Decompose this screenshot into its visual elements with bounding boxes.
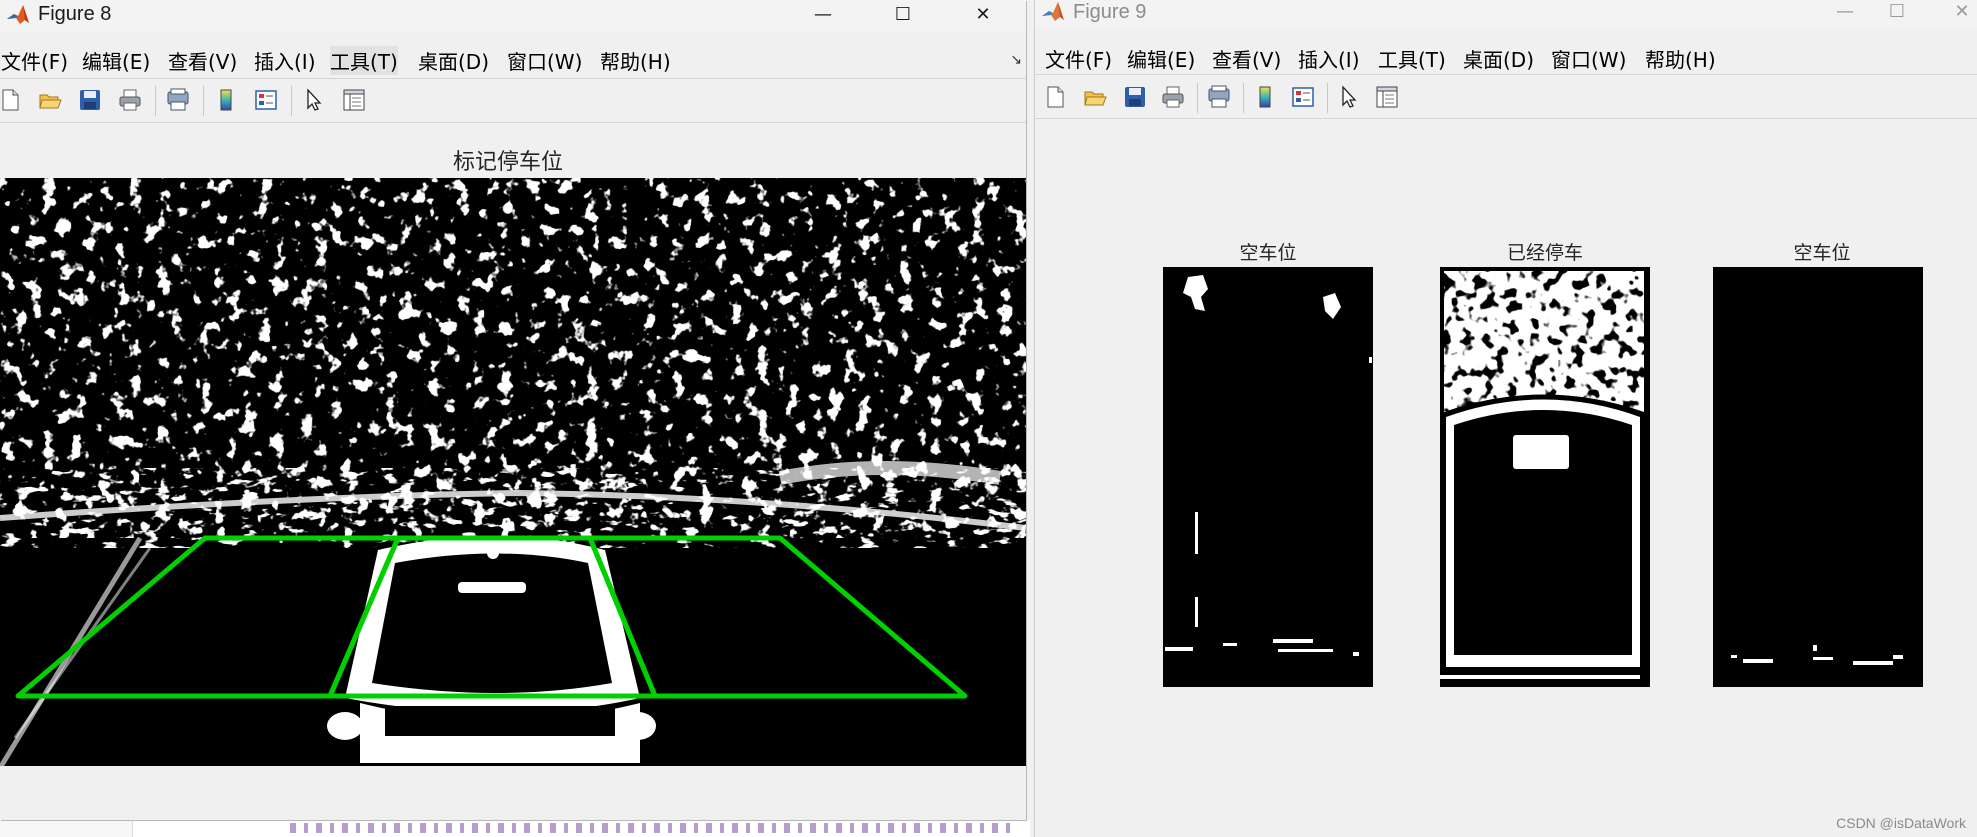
save-icon[interactable] xyxy=(74,84,106,116)
menubar-divider xyxy=(1035,74,1977,75)
window-title: Figure 9 xyxy=(1073,1,1147,23)
toolbar-separator xyxy=(155,86,156,116)
dock-arrow-icon[interactable]: ↘ xyxy=(1010,52,1022,68)
menu-help[interactable]: 帮助(H) xyxy=(1645,44,1716,73)
figure-8-titlebar[interactable]: Figure 8 — ☐ ✕ xyxy=(0,0,1026,32)
property-inspector-icon[interactable] xyxy=(1371,81,1403,113)
menu-view[interactable]: 查看(V) xyxy=(168,46,237,75)
subplot-3-title: 空车位 xyxy=(1793,242,1851,264)
close-button[interactable]: ✕ xyxy=(1934,0,1977,26)
minimize-button[interactable]: — xyxy=(795,0,851,30)
toolbar-separator xyxy=(1243,83,1244,113)
menu-desktop[interactable]: 桌面(D) xyxy=(418,46,489,75)
print-icon[interactable] xyxy=(1157,81,1189,113)
menu-help[interactable]: 帮助(H) xyxy=(600,46,671,75)
figure-8-toolbar xyxy=(0,80,1026,120)
menu-tools[interactable]: 工具(T) xyxy=(1378,44,1446,73)
menu-file[interactable]: 文件(F) xyxy=(1,46,68,75)
figure-9-titlebar[interactable]: Figure 9 — ☐ ✕ xyxy=(1035,0,1977,28)
menu-insert[interactable]: 插入(I) xyxy=(1298,44,1360,73)
close-button[interactable]: ✕ xyxy=(955,0,1011,30)
menu-insert[interactable]: 插入(I) xyxy=(254,46,316,75)
menu-file[interactable]: 文件(F) xyxy=(1045,44,1112,73)
toolbar-separator xyxy=(1327,83,1328,113)
editor-code-line xyxy=(290,823,1010,833)
toolbar-separator xyxy=(1197,83,1198,113)
menu-edit[interactable]: 编辑(E) xyxy=(82,46,150,75)
menu-view[interactable]: 查看(V) xyxy=(1212,44,1281,73)
legend-icon[interactable] xyxy=(250,84,282,116)
menu-edit[interactable]: 编辑(E) xyxy=(1127,44,1195,73)
open-folder-icon[interactable] xyxy=(34,84,66,116)
figure-9-window: Figure 9 — ☐ ✕ 文件(F) 编辑(E) 查看(V) 插入(I) 工… xyxy=(1034,0,1977,837)
figure-8-menubar: 文件(F) 编辑(E) 查看(V) 插入(I) 工具(T) 桌面(D) 窗口(W… xyxy=(0,44,1026,75)
matlab-logo-icon xyxy=(1042,2,1064,21)
menu-tools[interactable]: 工具(T) xyxy=(330,46,398,75)
pointer-icon[interactable] xyxy=(1333,81,1365,113)
menubar-divider xyxy=(0,78,1026,79)
csdn-watermark: CSDN @isDataWork xyxy=(1836,815,1966,831)
binary-parking-image xyxy=(0,178,1026,766)
subplot-1-title: 空车位 xyxy=(1239,242,1297,264)
print-preview-icon[interactable] xyxy=(1203,81,1235,113)
save-icon[interactable] xyxy=(1119,81,1151,113)
parked-car xyxy=(327,536,656,763)
toolbar-separator xyxy=(203,86,204,116)
new-figure-icon[interactable] xyxy=(0,84,26,116)
figure-8-window: Figure 8 — ☐ ✕ 文件(F) 编辑(E) 查看(V) 插入(I) 工… xyxy=(0,0,1026,820)
subplot-2-image-occupied xyxy=(1440,267,1650,687)
colorbar-icon[interactable] xyxy=(210,84,242,116)
subplot-2-title: 已经停车 xyxy=(1506,242,1584,264)
colorbar-icon[interactable] xyxy=(1249,81,1281,113)
toolbar-divider xyxy=(1035,118,1977,119)
figure-9-menubar: 文件(F) 编辑(E) 查看(V) 插入(I) 工具(T) 桌面(D) 窗口(W… xyxy=(1035,42,1977,72)
menu-window[interactable]: 窗口(W) xyxy=(507,46,582,75)
maximize-button[interactable]: ☐ xyxy=(1869,0,1925,26)
toolbar-separator xyxy=(291,86,292,116)
axes-title: 标记停车位 xyxy=(452,150,564,175)
legend-icon[interactable] xyxy=(1287,81,1319,113)
new-figure-icon[interactable] xyxy=(1039,81,1071,113)
minimize-button[interactable]: — xyxy=(1817,0,1873,26)
maximize-button[interactable]: ☐ xyxy=(875,0,931,30)
subplot-1-image-empty xyxy=(1163,267,1373,687)
property-inspector-icon[interactable] xyxy=(338,84,370,116)
parking-spot-3-outline xyxy=(587,535,968,699)
menu-window[interactable]: 窗口(W) xyxy=(1551,44,1626,73)
open-folder-icon[interactable] xyxy=(1079,81,1111,113)
pointer-icon[interactable] xyxy=(298,84,330,116)
editor-gutter xyxy=(0,820,133,837)
print-preview-icon[interactable] xyxy=(162,84,194,116)
menu-desktop[interactable]: 桌面(D) xyxy=(1463,44,1534,73)
toolbar-divider xyxy=(0,122,1026,123)
figure-9-toolbar xyxy=(1035,77,1977,117)
matlab-logo-icon xyxy=(7,5,29,24)
window-title: Figure 8 xyxy=(38,3,112,25)
subplot-3-image-empty xyxy=(1713,267,1923,687)
background-editor-strip xyxy=(0,820,1030,837)
print-icon[interactable] xyxy=(114,84,146,116)
